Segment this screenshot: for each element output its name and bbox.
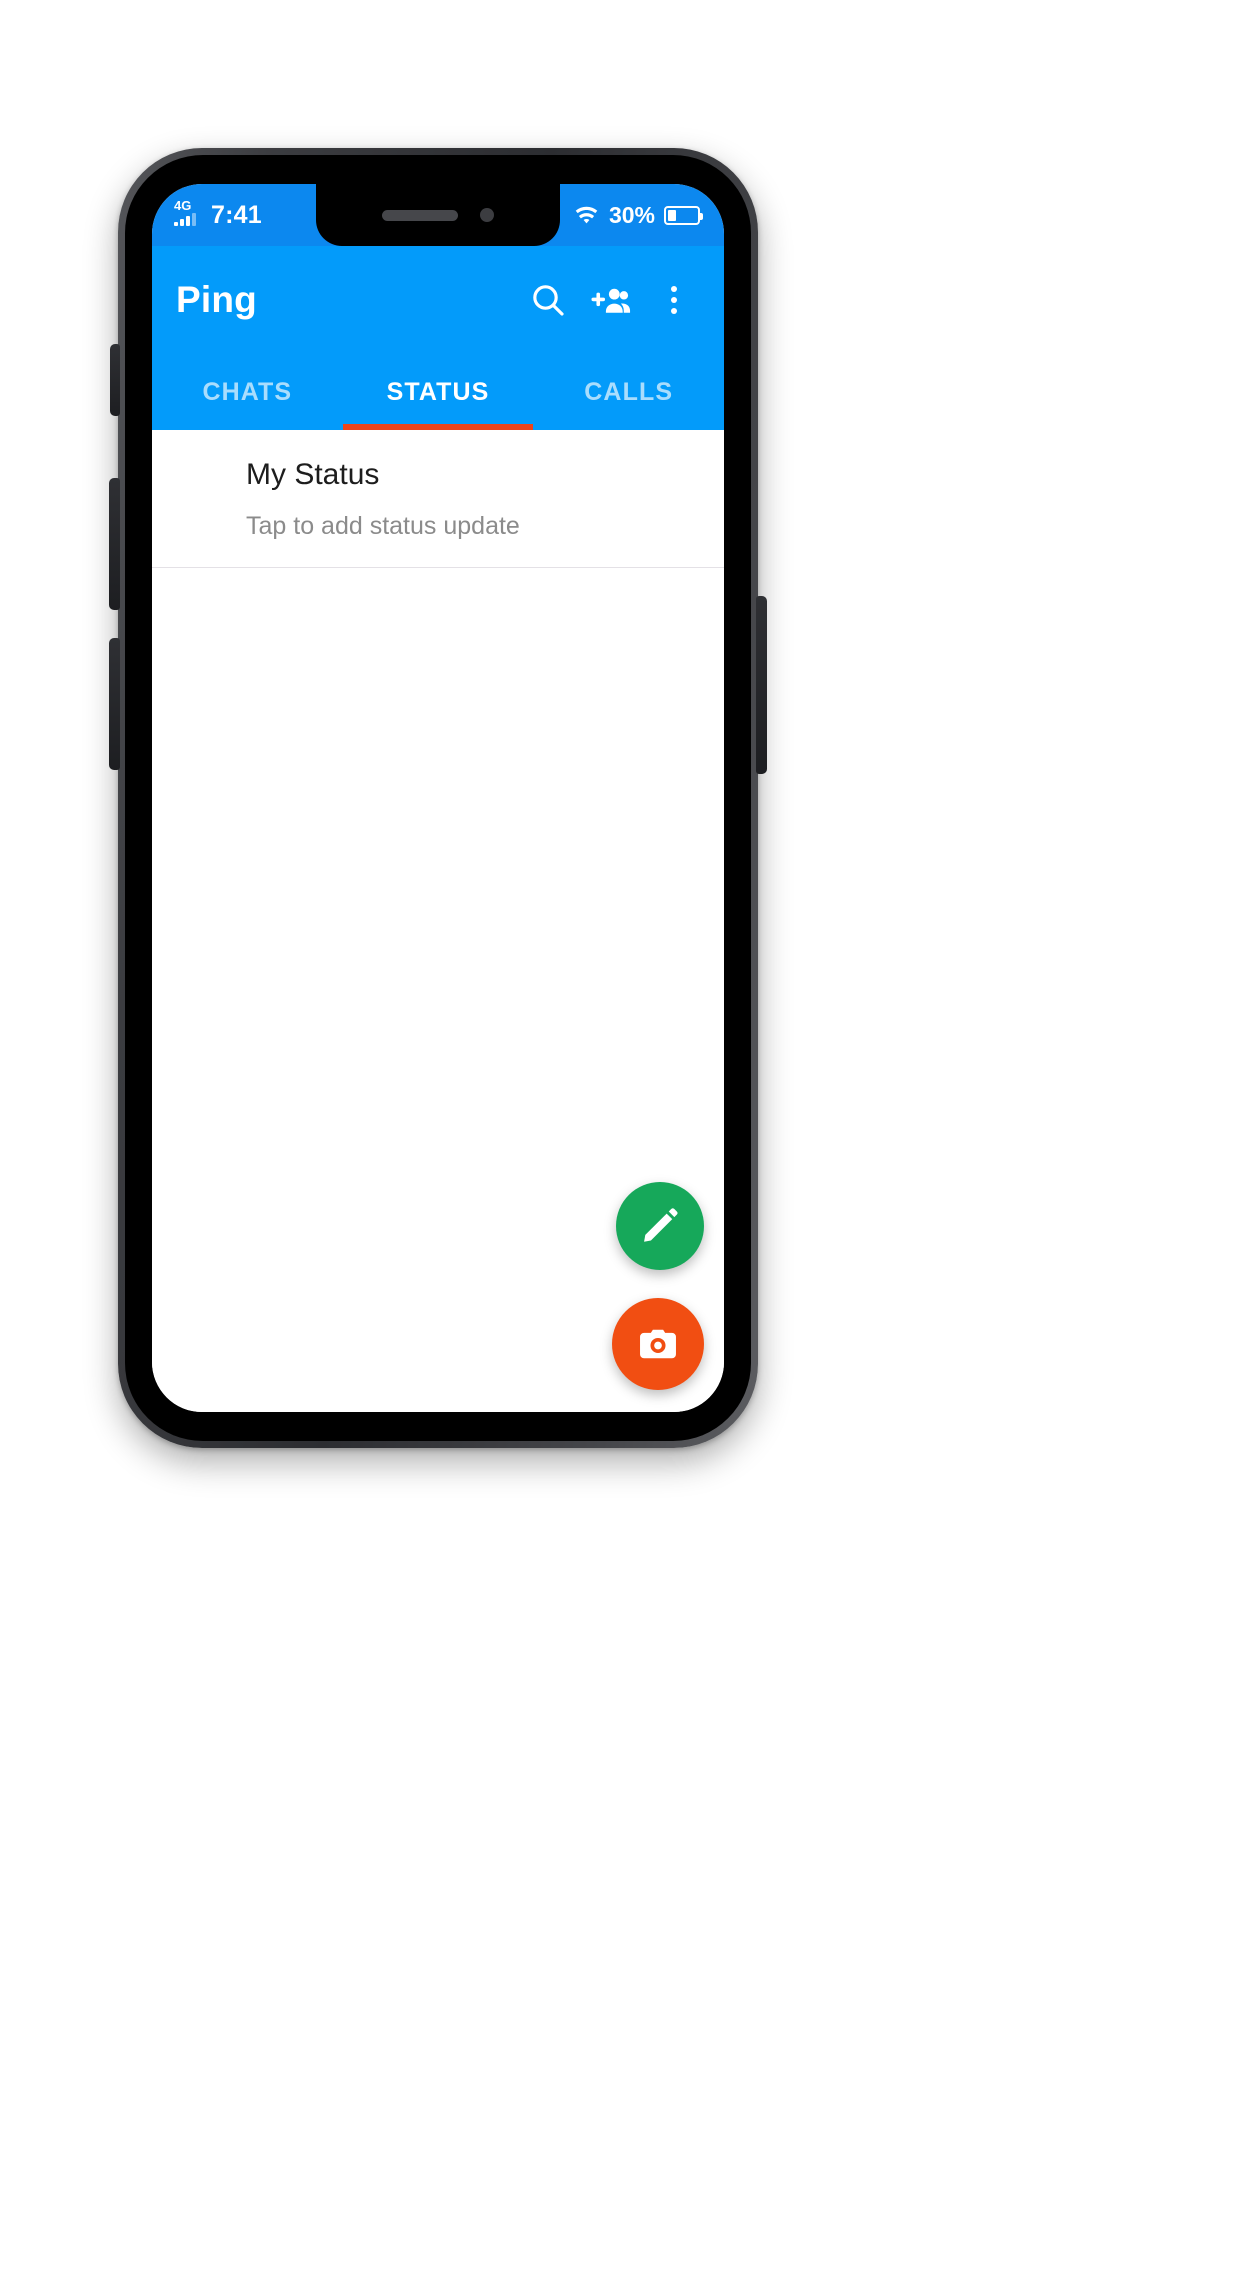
- wifi-icon: [575, 206, 598, 224]
- search-button[interactable]: [520, 272, 576, 328]
- tab-status-label: STATUS: [386, 377, 490, 406]
- device-notch: [316, 184, 560, 246]
- add-people-button[interactable]: [583, 272, 639, 328]
- earpiece-speaker-icon: [382, 209, 458, 221]
- volume-down-button[interactable]: [109, 638, 120, 770]
- camera-icon: [640, 1329, 676, 1359]
- overflow-menu-button[interactable]: [646, 272, 702, 328]
- tab-chats[interactable]: CHATS: [152, 354, 343, 430]
- network-type-label: 4G: [174, 198, 192, 213]
- add-people-icon: [591, 288, 631, 313]
- tab-status[interactable]: STATUS: [343, 354, 534, 430]
- signal-bars-glyph: [174, 213, 196, 226]
- tab-calls-label: CALLS: [584, 377, 674, 406]
- status-bar-clock: 7:41: [211, 200, 262, 229]
- battery-percent-label: 30%: [608, 201, 655, 228]
- signal-bars-icon: 4G: [174, 198, 202, 229]
- my-status-subtitle: Tap to add status update: [246, 511, 520, 540]
- my-status-title: My Status: [246, 458, 380, 491]
- app-title: Ping: [176, 279, 257, 320]
- camera-fab[interactable]: [612, 1298, 704, 1390]
- tab-bar: CHATS STATUS CALLS: [152, 354, 724, 430]
- phone-screen: 4G 7:41 30% Ping CHATS STATUS CALLS My S…: [152, 184, 724, 1412]
- tab-calls[interactable]: CALLS: [533, 354, 724, 430]
- status-bar-right: 30%: [573, 201, 703, 229]
- app-bar: Ping: [152, 246, 724, 354]
- pencil-icon: [644, 1208, 678, 1242]
- my-status-texts: My Status Tap to add status update: [152, 456, 724, 541]
- status-list: My Status Tap to add status update: [152, 430, 724, 1412]
- app-bar-actions: [520, 272, 702, 328]
- my-status-row[interactable]: My Status Tap to add status update: [152, 430, 724, 567]
- front-camera-icon: [480, 208, 494, 222]
- tab-chats-label: CHATS: [202, 377, 293, 406]
- silent-switch-button[interactable]: [110, 344, 120, 416]
- status-bar-left: 4G 7:41: [174, 198, 262, 230]
- overflow-menu-icon: [671, 286, 677, 314]
- list-divider: [152, 566, 724, 568]
- phone-device-frame: 4G 7:41 30% Ping CHATS STATUS CALLS My S…: [109, 148, 767, 1448]
- power-button[interactable]: [756, 596, 767, 774]
- search-icon: [533, 285, 564, 316]
- volume-up-button[interactable]: [109, 478, 120, 610]
- battery-icon: [664, 205, 703, 225]
- edit-fab[interactable]: [616, 1182, 704, 1270]
